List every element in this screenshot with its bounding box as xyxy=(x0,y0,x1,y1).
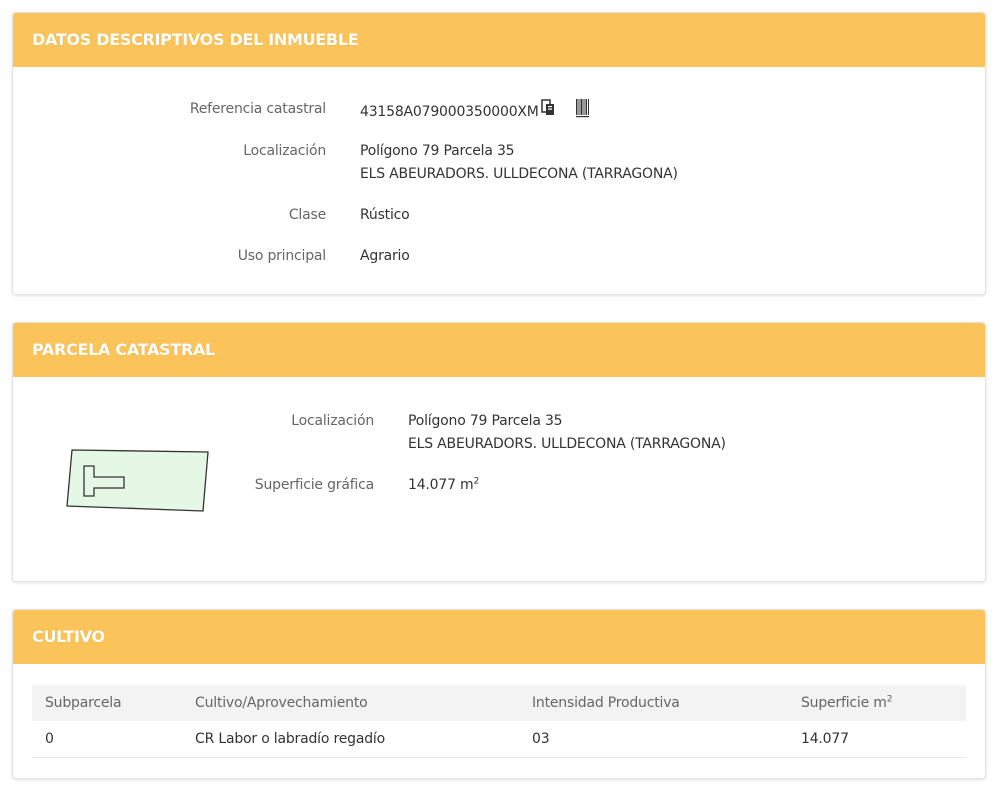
localizacion-value: Polígono 79 Parcela 35 ELS ABEURADORS. U… xyxy=(360,140,678,186)
parcela-localizacion-line1: Polígono 79 Parcela 35 xyxy=(408,413,563,429)
superficie-grafica-value: 14.077 m2 xyxy=(408,474,479,497)
localizacion-label: Localización xyxy=(243,143,326,159)
datos-panel-title: DATOS DESCRIPTIVOS DEL INMUEBLE xyxy=(13,13,985,67)
col-header-subparcela: Subparcela xyxy=(32,685,182,721)
datos-panel: DATOS DESCRIPTIVOS DEL INMUEBLE Referenc… xyxy=(12,12,986,295)
localizacion-line1: Polígono 79 Parcela 35 xyxy=(360,143,515,159)
table-row: 0 CR Labor o labradío regadío 03 14.077 xyxy=(32,721,966,758)
referencia-value-row: 43158A079000350000XM xyxy=(360,98,591,126)
table-header-row: Subparcela Cultivo/Aprovechamiento Inten… xyxy=(32,685,966,721)
cell-intensidad: 03 xyxy=(519,721,788,758)
referencia-value: 43158A079000350000XM xyxy=(360,104,539,120)
cultivo-panel-title: CULTIVO xyxy=(13,610,985,664)
parcela-panel-title: PARCELA CATASTRAL xyxy=(13,323,985,377)
cell-superficie: 14.077 xyxy=(788,721,966,758)
barcode-icon[interactable] xyxy=(575,98,591,126)
cell-cultivo: CR Labor o labradío regadío xyxy=(182,721,519,758)
clase-label: Clase xyxy=(288,207,326,223)
parcela-panel: PARCELA CATASTRAL Localización Polígono … xyxy=(12,322,986,582)
uso-label: Uso principal xyxy=(237,248,327,264)
parcela-localizacion-label: Localización xyxy=(291,413,374,429)
col-header-superficie-sup: 2 xyxy=(886,694,893,705)
parcela-localizacion-line2: ELS ABEURADORS. ULLDECONA (TARRAGONA) xyxy=(408,436,726,452)
referencia-label: Referencia catastral xyxy=(189,101,326,117)
parcela-localizacion-value: Polígono 79 Parcela 35 ELS ABEURADORS. U… xyxy=(408,410,726,456)
superficie-grafica-label: Superficie gráfica xyxy=(254,477,374,493)
clase-value: Rústico xyxy=(360,207,410,223)
col-header-superficie: Superficie m2 xyxy=(788,685,966,721)
uso-value: Agrario xyxy=(360,248,410,264)
copy-icon[interactable] xyxy=(540,99,557,125)
superficie-grafica-unit-sup: 2 xyxy=(473,476,480,487)
cultivo-panel: CULTIVO Subparcela Cultivo/Aprovechamien… xyxy=(12,609,986,779)
col-header-superficie-text: Superficie m xyxy=(801,695,887,711)
cultivo-table: Subparcela Cultivo/Aprovechamiento Inten… xyxy=(32,685,966,758)
superficie-grafica-number: 14.077 m xyxy=(408,477,474,493)
col-header-cultivo: Cultivo/Aprovechamiento xyxy=(182,685,519,721)
cell-subparcela: 0 xyxy=(32,721,182,758)
col-header-intensidad: Intensidad Productiva xyxy=(519,685,788,721)
localizacion-line2: ELS ABEURADORS. ULLDECONA (TARRAGONA) xyxy=(360,166,678,182)
